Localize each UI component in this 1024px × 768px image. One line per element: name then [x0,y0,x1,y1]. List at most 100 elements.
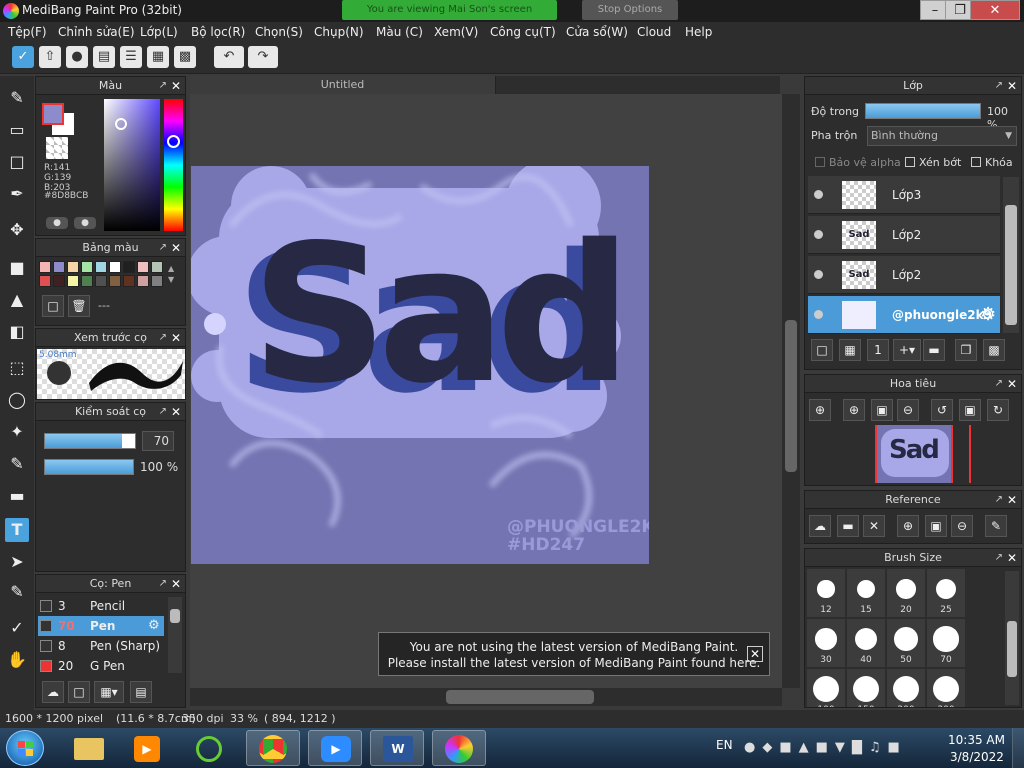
palette-scroll-icon[interactable]: ▲ ▼ [168,263,180,285]
vertical-scrollbar[interactable] [782,94,800,688]
palette-swatch[interactable] [53,275,65,287]
brush-size-cell[interactable]: 70 [927,619,965,667]
bucket-tool-icon[interactable]: ▲ [5,288,29,312]
gear-icon[interactable]: ⚙ [980,304,996,325]
select-rect-tool-icon[interactable]: ⬚ [5,356,29,380]
layer-row[interactable]: Sad Lớp2 [808,216,1000,254]
brush-row[interactable]: 3 Pencil [38,596,164,616]
popout-icon[interactable]: ↗ [159,239,167,257]
hue-slider[interactable] [164,99,183,231]
transparent-color-swatch[interactable] [46,137,68,159]
palette-swatch[interactable] [137,275,149,287]
add-brush-icon[interactable]: □ [68,681,90,703]
settings-list-icon[interactable]: ▩ [174,46,196,68]
brush-size-cell[interactable]: 150 [847,669,885,707]
show-desktop-button[interactable] [1012,728,1024,768]
close-icon[interactable]: ✕ [1007,375,1017,393]
taskbar-medibang[interactable] [432,730,486,766]
clock-date[interactable]: 3/8/2022 [950,750,1004,764]
protect-alpha-checkbox[interactable]: Bảo vệ alpha [815,156,901,169]
brush-size-cell[interactable]: 300 [927,669,965,707]
clock-time[interactable]: 10:35 AM [948,733,1005,747]
upload-icon[interactable]: ⇧ [39,46,61,68]
palette-swatch[interactable] [81,261,93,273]
clip-checkbox[interactable]: Xén bớt [905,156,961,169]
eye-icon[interactable] [814,230,823,239]
menu-edit[interactable]: Chỉnh sửa(E) [58,25,135,39]
popout-icon[interactable]: ↗ [995,549,1003,567]
menu-view[interactable]: Xem(V) [434,25,478,39]
palette-swatch[interactable] [39,275,51,287]
palette-swatch[interactable] [95,275,107,287]
layer-options-icon[interactable]: ▩ [983,339,1005,361]
brush-size-cell[interactable]: 12 [807,569,845,617]
palette-swatch[interactable] [151,275,163,287]
close-icon[interactable]: ✕ [1007,77,1017,95]
page-manage-icon[interactable]: ▦ [147,46,169,68]
palette-swatch[interactable] [123,275,135,287]
lock-checkbox[interactable]: Khóa [971,156,1013,169]
redo-icon[interactable]: ↷ [248,46,278,68]
eye-icon[interactable] [814,310,823,319]
close-icon[interactable]: ✕ [171,575,181,593]
cloud-reference-icon[interactable]: ☁ [809,515,831,537]
brush-size-cell[interactable]: 30 [807,619,845,667]
eye-icon[interactable] [814,270,823,279]
delete-palette-icon[interactable]: 🗑 [68,295,90,317]
new-palette-icon[interactable]: □ [42,295,64,317]
close-icon[interactable]: ✕ [171,239,181,257]
eye-icon[interactable] [814,190,823,199]
taskbar-word[interactable]: W [370,730,424,766]
start-button[interactable] [6,730,44,766]
primary-color-swatch[interactable] [42,103,64,125]
layer-row[interactable]: Lớp3 [808,176,1000,214]
brush-size-scrollbar[interactable] [1005,571,1019,705]
brush-row[interactable]: 8 Pen (Sharp) [38,636,164,656]
document-icon[interactable]: ☰ [120,46,142,68]
cloud-save-icon[interactable]: ✓ [12,46,34,68]
layer-row[interactable]: Sad Lớp2 [808,256,1000,294]
popout-icon[interactable]: ↗ [995,491,1003,509]
select-eraser-tool-icon[interactable]: ▬ [5,484,29,508]
gradient-tool-icon[interactable]: ◧ [5,320,29,344]
brush-size-cell[interactable]: 40 [847,619,885,667]
gear-icon[interactable]: ⚙ [148,618,160,633]
open-folder-icon[interactable]: ▬ [837,515,859,537]
menu-select[interactable]: Chọn(S) [255,25,303,39]
text-tool-icon[interactable]: T [5,518,29,542]
popout-icon[interactable]: ↗ [159,575,167,593]
new-layer-icon[interactable]: □ [811,339,833,361]
eyedropper-tool-icon[interactable]: ✓ [5,616,29,640]
folder-icon[interactable]: ▬ [923,339,945,361]
brush-size-cell[interactable]: 25 [927,569,965,617]
popout-icon[interactable]: ↗ [159,77,167,95]
popout-icon[interactable]: ↗ [995,375,1003,393]
palette-swatch[interactable] [109,261,121,273]
brush-size-cell[interactable]: 20 [887,569,925,617]
brush-size-cell[interactable]: 50 [887,619,925,667]
layer-row[interactable]: @phuongle2k9 ⚙ [808,296,1000,334]
menu-filter[interactable]: Bộ lọc(R) [191,25,245,39]
layer-scrollbar[interactable] [1003,177,1019,333]
horizontal-scrollbar[interactable] [190,688,782,706]
dot-brush-tool-icon[interactable]: ✒ [5,182,29,206]
rotate-left-icon[interactable]: ↺ [931,399,953,421]
taskbar-explorer[interactable] [62,730,116,766]
update-notification[interactable]: You are not using the latest version of … [378,632,770,676]
brush-settings-icon[interactable]: ▤ [130,681,152,703]
palette-swatch[interactable] [53,261,65,273]
comment-icon[interactable]: ● [66,46,88,68]
menu-capture[interactable]: Chụp(N) [314,25,364,39]
vertical-scroll-thumb[interactable] [785,320,797,472]
select-pen-tool-icon[interactable]: ✎ [5,452,29,476]
close-icon[interactable]: ✕ [171,403,181,421]
flip-icon[interactable]: ▣ [959,399,981,421]
brush-size-cell[interactable]: 100 [807,669,845,707]
brush-size-slider[interactable] [44,433,136,449]
new-halftone-layer-icon[interactable]: ▦ [839,339,861,361]
hue-cursor[interactable] [167,135,180,148]
undo-icon[interactable]: ↶ [214,46,244,68]
palette-swatch[interactable] [151,261,163,273]
shape-tool-icon[interactable]: □ [5,150,29,174]
navigator-thumbnail[interactable]: Sad [875,425,953,483]
